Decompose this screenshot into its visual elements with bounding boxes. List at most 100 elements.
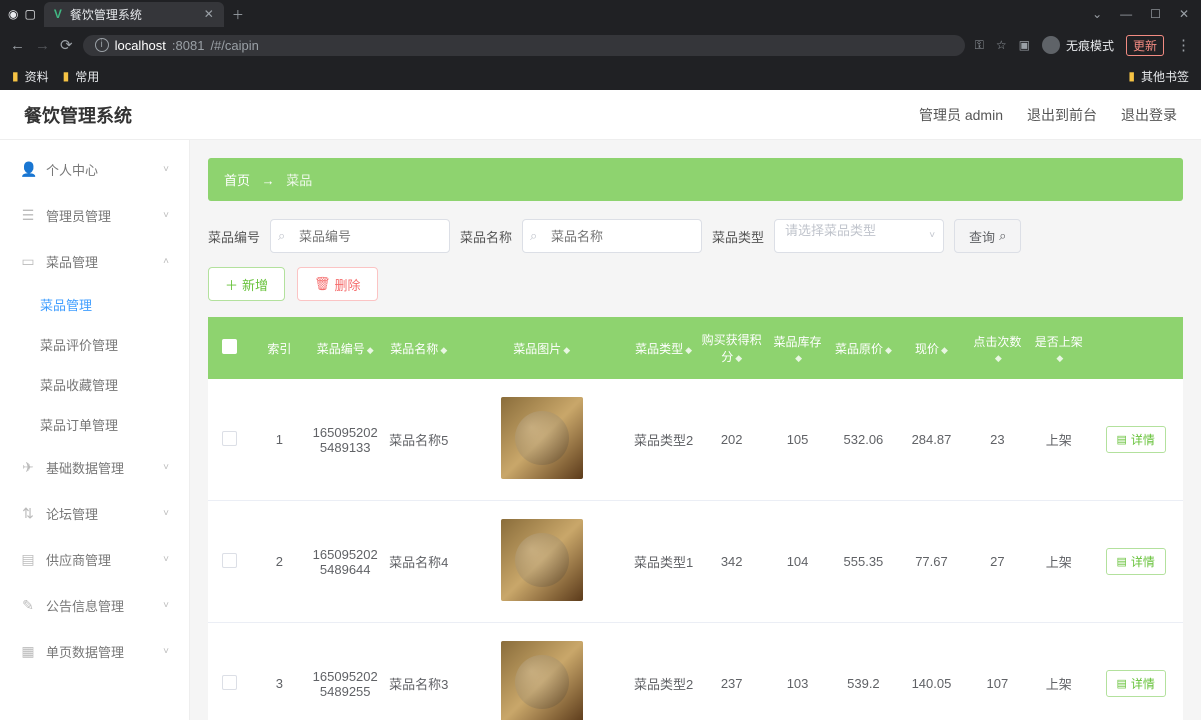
sidebar-item-label: 管理员管理 [46,206,111,225]
th-checkbox [208,317,252,379]
delete-label: 删除 [335,275,361,294]
add-label: 新增 [242,275,268,294]
sidebar-item-forum[interactable]: ⇅论坛管理˅ [0,490,189,536]
query-button[interactable]: 查询⌕ [954,219,1021,253]
sidebar-item-label: 个人中心 [46,160,98,179]
filter-name-input[interactable] [522,219,702,253]
dish-image[interactable] [501,519,583,601]
trash-icon: 🗑 [314,276,331,292]
cell-index: 3 [252,623,307,720]
breadcrumb-home[interactable]: 首页 [224,173,250,188]
cell-code: 1650952025489133 [307,379,384,501]
submenu-label: 菜品订单管理 [40,415,118,434]
maximize-icon[interactable]: ☐ [1150,7,1161,21]
submenu-label: 菜品管理 [40,295,92,314]
chevron-down-icon[interactable]: ⌄ [1092,7,1102,21]
row-checkbox[interactable] [222,431,237,446]
list-icon: ☰ [20,207,36,224]
bookmark-item[interactable]: ▮资料 [12,68,49,85]
detail-button[interactable]: ▤详情 [1106,548,1166,575]
th-code[interactable]: 菜品编号◆ [307,317,384,379]
chevron-down-icon: ˅ [163,646,169,657]
detail-button[interactable]: ▤详情 [1106,670,1166,697]
key-icon[interactable]: ⚿ [975,38,984,53]
submenu-dish-favorite[interactable]: 菜品收藏管理 [40,364,189,404]
th-onsale[interactable]: 是否上架◆ [1029,317,1088,379]
new-tab-button[interactable]: ＋ [224,6,252,23]
submenu-label: 菜品评价管理 [40,335,118,354]
breadcrumb: 首页 → 菜品 [208,158,1183,201]
th-type[interactable]: 菜品类型◆ [630,317,698,379]
cell-type: 菜品类型1 [630,501,698,623]
cell-onsale: 上架 [1029,623,1088,720]
sidebar-item-label: 公告信息管理 [46,596,124,615]
stack-icon: ▤ [20,551,36,568]
star-icon[interactable]: ☆ [996,38,1007,52]
sidebar-item-singlepage[interactable]: ▦单页数据管理˅ [0,628,189,674]
reload-button[interactable]: ⟳ [60,36,73,54]
dish-image[interactable] [501,397,583,479]
sidebar-item-dishes[interactable]: ▭菜品管理˄ [0,238,189,284]
th-index[interactable]: 索引 [252,317,307,379]
th-orig[interactable]: 菜品原价◆ [829,317,897,379]
globe-icon: ◉ [8,7,18,21]
data-table: 索引 菜品编号◆ 菜品名称◆ 菜品图片◆ 菜品类型◆ 购买获得积分◆ 菜品库存◆… [208,317,1183,720]
panel-icon[interactable]: ▣ [1019,38,1030,52]
sidebar-item-notice[interactable]: ✎公告信息管理˅ [0,582,189,628]
cell-now: 77.67 [897,501,965,623]
site-info-icon[interactable]: i [95,38,109,52]
address-bar[interactable]: i localhost:8081/#/caipin [83,35,965,56]
cell-code: 1650952025489644 [307,501,384,623]
sort-icon: ◆ [995,353,1002,363]
cell-name: 菜品名称4 [384,501,454,623]
incognito-badge: 无痕模式 [1042,36,1114,54]
admin-label[interactable]: 管理员 admin [919,105,1003,125]
back-button[interactable]: ← [10,37,25,54]
sort-icon: ◆ [795,353,802,363]
sidebar-item-admin[interactable]: ☰管理员管理˅ [0,192,189,238]
browser-tab[interactable]: V 餐饮管理系统 ✕ [44,2,224,27]
cell-onsale: 上架 [1029,501,1088,623]
th-hits[interactable]: 点击次数◆ [966,317,1030,379]
search-icon: ⌕ [999,228,1006,244]
other-bookmarks[interactable]: ▮其他书签 [1128,68,1189,85]
bookmark-item[interactable]: ▮常用 [63,68,100,85]
cell-img [454,379,630,501]
th-img[interactable]: 菜品图片◆ [454,317,630,379]
exit-front-link[interactable]: 退出到前台 [1027,105,1097,125]
sidebar-item-supplier[interactable]: ▤供应商管理˅ [0,536,189,582]
dish-image[interactable] [501,641,583,720]
doc-icon: ▤ [1117,433,1127,446]
detail-button[interactable]: ▤详情 [1106,426,1166,453]
minimize-icon[interactable]: — [1120,7,1132,21]
window-close-icon[interactable]: ✕ [1179,7,1189,21]
filter-code-input[interactable] [270,219,450,253]
filter-type-select[interactable]: 请选择菜品类型˅ [774,219,944,253]
checkbox-all[interactable] [222,339,237,354]
breadcrumb-sep: → [262,173,275,188]
th-name[interactable]: 菜品名称◆ [384,317,454,379]
logout-link[interactable]: 退出登录 [1121,105,1177,125]
close-tab-icon[interactable]: ✕ [204,7,214,21]
th-points[interactable]: 购买获得积分◆ [698,317,766,379]
submenu-dish-review[interactable]: 菜品评价管理 [40,324,189,364]
th-now[interactable]: 现价◆ [897,317,965,379]
sidebar-item-personal[interactable]: 👤个人中心˅ [0,146,189,192]
cell-stock: 103 [766,623,830,720]
delete-button[interactable]: 🗑删除 [297,267,378,301]
row-checkbox[interactable] [222,675,237,690]
cell-orig: 539.2 [829,623,897,720]
forward-button[interactable]: → [35,37,50,54]
sidebar-item-basedata[interactable]: ✈基础数据管理˅ [0,444,189,490]
cell-now: 284.87 [897,379,965,501]
sidebar-item-label: 论坛管理 [46,504,98,523]
submenu-dish-order[interactable]: 菜品订单管理 [40,404,189,444]
add-button[interactable]: ＋新增 [208,267,285,301]
th-stock[interactable]: 菜品库存◆ [766,317,830,379]
bookmark-label: 资料 [25,68,49,85]
update-button[interactable]: 更新 [1126,35,1164,56]
row-checkbox[interactable] [222,553,237,568]
cell-hits: 107 [966,623,1030,720]
menu-icon[interactable]: ⋮ [1176,36,1191,54]
submenu-dish-manage[interactable]: 菜品管理 [40,284,189,324]
